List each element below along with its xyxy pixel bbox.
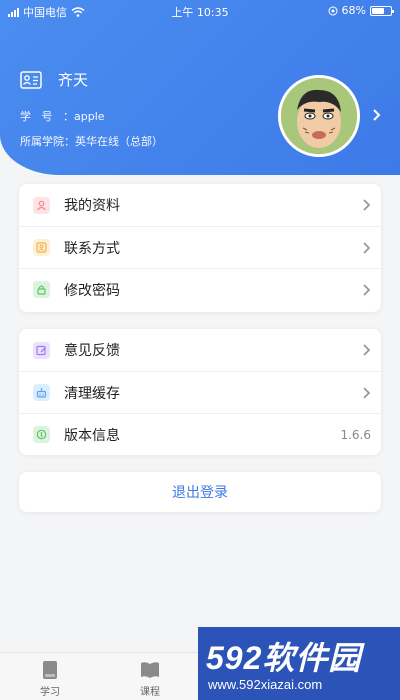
menu-item-label: 联系方式 [64, 240, 120, 257]
college-line: 所属学院：英华在线（总部） [20, 133, 163, 149]
menu-item-label: 意见反馈 [64, 343, 120, 359]
logout-button[interactable]: 退出登录 [19, 472, 381, 512]
menu-item-label: 版本信息 [64, 427, 120, 444]
chevron-right-icon [363, 344, 371, 356]
menu-item-change-password[interactable]: 修改密码 [19, 268, 381, 310]
watermark-brand: 592软件园 [206, 640, 362, 676]
chevron-right-icon [363, 242, 371, 254]
menu-item-version-info[interactable]: 版本信息 1.6.6 [19, 413, 381, 455]
tab-label: 课程 [140, 687, 160, 698]
chevron-right-icon [363, 284, 371, 296]
student-id-label: 学号： [20, 110, 74, 123]
college-label: 所属学院： [20, 135, 75, 148]
avatar[interactable] [278, 75, 360, 157]
chevron-right-icon[interactable] [372, 108, 382, 122]
menu-item-label: 我的资料 [64, 198, 120, 214]
chevron-right-icon [363, 199, 371, 211]
info-icon [33, 426, 50, 443]
status-bar: 中国电信 上午 10:35 68% [0, 0, 400, 22]
orientation-lock-icon [328, 6, 338, 15]
profile-icon [33, 196, 50, 214]
id-card-icon [20, 70, 42, 89]
contact-icon [33, 239, 50, 256]
menu-item-contact[interactable]: 联系方式 [19, 226, 381, 268]
menu-item-label: 修改密码 [64, 282, 120, 299]
settings-menu-card: 意见反馈 清理缓存 版本信息 1.6.6 [19, 329, 381, 455]
user-name: 齐天 [58, 71, 89, 89]
college-value: 英华在线（总部） [75, 135, 163, 148]
tab-label: 学习 [40, 687, 60, 698]
open-book-icon [141, 662, 159, 678]
student-id-line: 学号：apple [20, 108, 105, 124]
battery-percent: 68% [341, 4, 366, 17]
tab-study[interactable]: 学习 [20, 659, 80, 698]
menu-item-my-profile[interactable]: 我的资料 [19, 184, 381, 226]
battery-icon [370, 5, 394, 16]
menu-item-label: 清理缓存 [64, 385, 120, 402]
feedback-icon [33, 341, 50, 359]
tab-course[interactable]: 课程 [120, 659, 180, 698]
watermark-url: www.592xiazai.com [208, 677, 323, 692]
student-id-value: apple [74, 110, 105, 123]
lock-icon [33, 281, 50, 298]
menu-item-clear-cache[interactable]: 清理缓存 [19, 371, 381, 413]
watermark-overlay: 592软件园 www.592xiazai.com [198, 627, 400, 700]
avatar-image [281, 78, 357, 154]
profile-header: 中国电信 上午 10:35 68% 齐天 学号：apple 所属学院：英华在线（… [0, 0, 400, 175]
account-menu-card: 我的资料 联系方式 修改密码 [19, 184, 381, 312]
chevron-right-icon [363, 387, 371, 399]
version-value: 1.6.6 [340, 428, 371, 442]
clean-icon [33, 384, 50, 401]
book-icon [43, 661, 57, 679]
menu-item-feedback[interactable]: 意见反馈 [19, 329, 381, 371]
